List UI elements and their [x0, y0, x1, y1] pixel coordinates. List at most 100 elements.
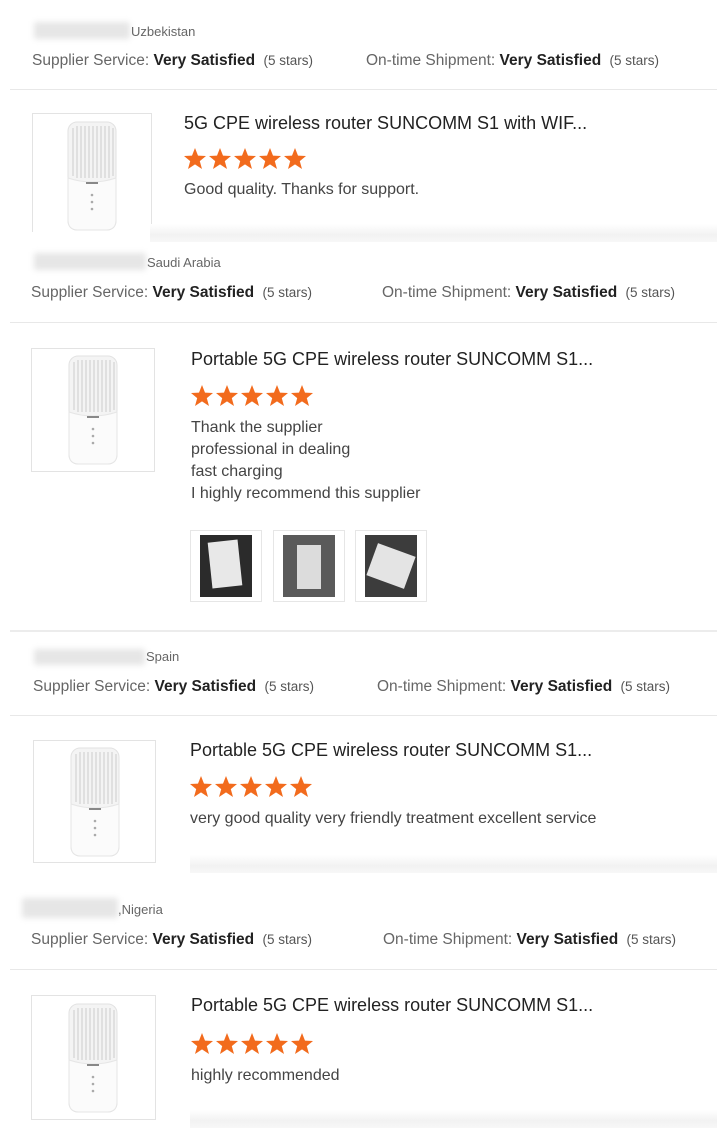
router-image: [63, 354, 123, 466]
ontime-shipment-label: On-time Shipment:: [366, 52, 496, 69]
star-icon: [190, 1032, 214, 1055]
reviewer-name-blurred: [34, 22, 130, 39]
star-rating: [190, 1032, 314, 1055]
star-rating: [183, 147, 307, 170]
product-thumbnail[interactable]: [31, 348, 155, 472]
comment-line: highly recommended: [191, 1067, 340, 1084]
supplier-service-rating: Supplier Service: Very Satisfied (5 star…: [31, 284, 312, 302]
section-fade: [150, 224, 717, 242]
ontime-shipment-count: (5 stars): [609, 53, 660, 68]
star-icon: [264, 775, 288, 798]
comment-line: Good quality. Thanks for support.: [184, 181, 420, 198]
divider: [10, 89, 717, 90]
star-rating: [189, 775, 313, 798]
section-fade: [190, 1110, 717, 1128]
supplier-service-label: Supplier Service:: [31, 931, 149, 948]
star-icon: [240, 1032, 264, 1055]
divider: [10, 630, 717, 632]
comment-line: fast charging: [191, 463, 283, 480]
ontime-shipment-count: (5 stars): [625, 285, 676, 300]
supplier-service-label: Supplier Service:: [32, 52, 150, 69]
supplier-service-count: (5 stars): [264, 679, 314, 694]
review-photo-image: [200, 535, 252, 597]
ontime-shipment-label: On-time Shipment:: [377, 678, 507, 695]
product-thumbnail[interactable]: [32, 113, 152, 232]
supplier-service-count: (5 stars): [262, 932, 312, 947]
star-rating: [190, 384, 314, 407]
product-title-link[interactable]: Portable 5G CPE wireless router SUNCOMM …: [191, 349, 593, 370]
ontime-shipment-rating: On-time Shipment: Very Satisfied (5 star…: [377, 678, 670, 696]
star-icon: [239, 775, 263, 798]
section-fade: [190, 855, 717, 873]
product-title-link[interactable]: Portable 5G CPE wireless router SUNCOMM …: [190, 740, 592, 761]
ontime-shipment-value: Very Satisfied: [515, 284, 618, 301]
reviewer-country: Uzbekistan: [131, 24, 196, 39]
reviewer-country: Spain: [146, 649, 180, 664]
supplier-service-rating: Supplier Service: Very Satisfied (5 star…: [32, 52, 313, 70]
router-image: [63, 1002, 123, 1114]
divider: [10, 322, 717, 323]
supplier-service-value: Very Satisfied: [152, 284, 255, 301]
comment-line: Thank the supplier: [191, 419, 323, 436]
review-comment: Thank the supplier professional in deali…: [191, 417, 420, 505]
review-photo[interactable]: [355, 530, 427, 602]
ontime-shipment-label: On-time Shipment:: [382, 284, 512, 301]
review-photo-image: [365, 535, 417, 597]
supplier-service-rating: Supplier Service: Very Satisfied (5 star…: [33, 678, 314, 696]
supplier-service-count: (5 stars): [262, 285, 312, 300]
ontime-shipment-rating: On-time Shipment: Very Satisfied (5 star…: [382, 284, 675, 302]
star-icon: [290, 1032, 314, 1055]
ontime-shipment-label: On-time Shipment:: [383, 931, 513, 948]
review-comment: highly recommended: [191, 1065, 340, 1087]
ontime-shipment-count: (5 stars): [620, 679, 671, 694]
review-comment: Good quality. Thanks for support.: [184, 179, 419, 201]
reviewer-country: Saudi Arabia: [147, 255, 221, 270]
star-icon: [214, 775, 238, 798]
ontime-shipment-value: Very Satisfied: [510, 678, 613, 695]
star-icon: [289, 775, 313, 798]
reviewer-name-blurred: [22, 898, 118, 918]
star-icon: [183, 147, 207, 170]
star-icon: [265, 1032, 289, 1055]
supplier-service-value: Very Satisfied: [152, 931, 255, 948]
star-icon: [215, 384, 239, 407]
product-title-link[interactable]: 5G CPE wireless router SUNCOMM S1 with W…: [184, 113, 587, 134]
star-icon: [190, 384, 214, 407]
reviewer-country: ,Nigeria: [118, 902, 163, 917]
star-icon: [233, 147, 257, 170]
router-image: [62, 120, 122, 232]
review-comment: very good quality very friendly treatmen…: [190, 808, 596, 830]
star-icon: [258, 147, 282, 170]
comment-line: professional in dealing: [191, 441, 351, 458]
product-title-link[interactable]: Portable 5G CPE wireless router SUNCOMM …: [191, 995, 593, 1016]
star-icon: [208, 147, 232, 170]
ontime-shipment-value: Very Satisfied: [499, 52, 602, 69]
supplier-service-value: Very Satisfied: [153, 52, 256, 69]
star-icon: [283, 147, 307, 170]
ontime-shipment-count: (5 stars): [626, 932, 677, 947]
supplier-service-label: Supplier Service:: [33, 678, 151, 695]
star-icon: [215, 1032, 239, 1055]
star-icon: [290, 384, 314, 407]
reviewer-name-blurred: [34, 649, 145, 665]
star-icon: [240, 384, 264, 407]
ontime-shipment-value: Very Satisfied: [516, 931, 619, 948]
product-thumbnail[interactable]: [33, 740, 156, 863]
divider: [10, 715, 717, 716]
ontime-shipment-rating: On-time Shipment: Very Satisfied (5 star…: [383, 931, 676, 949]
router-image: [65, 746, 125, 858]
ontime-shipment-rating: On-time Shipment: Very Satisfied (5 star…: [366, 52, 659, 70]
review-photo[interactable]: [190, 530, 262, 602]
comment-line: I highly recommend this supplier: [191, 485, 421, 502]
product-thumbnail[interactable]: [31, 995, 156, 1120]
comment-line: very good quality very friendly treatmen…: [190, 810, 597, 827]
divider: [10, 969, 717, 970]
supplier-service-rating: Supplier Service: Very Satisfied (5 star…: [31, 931, 312, 949]
star-icon: [265, 384, 289, 407]
star-icon: [189, 775, 213, 798]
review-photo[interactable]: [273, 530, 345, 602]
supplier-service-value: Very Satisfied: [154, 678, 257, 695]
supplier-service-count: (5 stars): [263, 53, 313, 68]
supplier-service-label: Supplier Service:: [31, 284, 149, 301]
review-photo-image: [283, 535, 335, 597]
